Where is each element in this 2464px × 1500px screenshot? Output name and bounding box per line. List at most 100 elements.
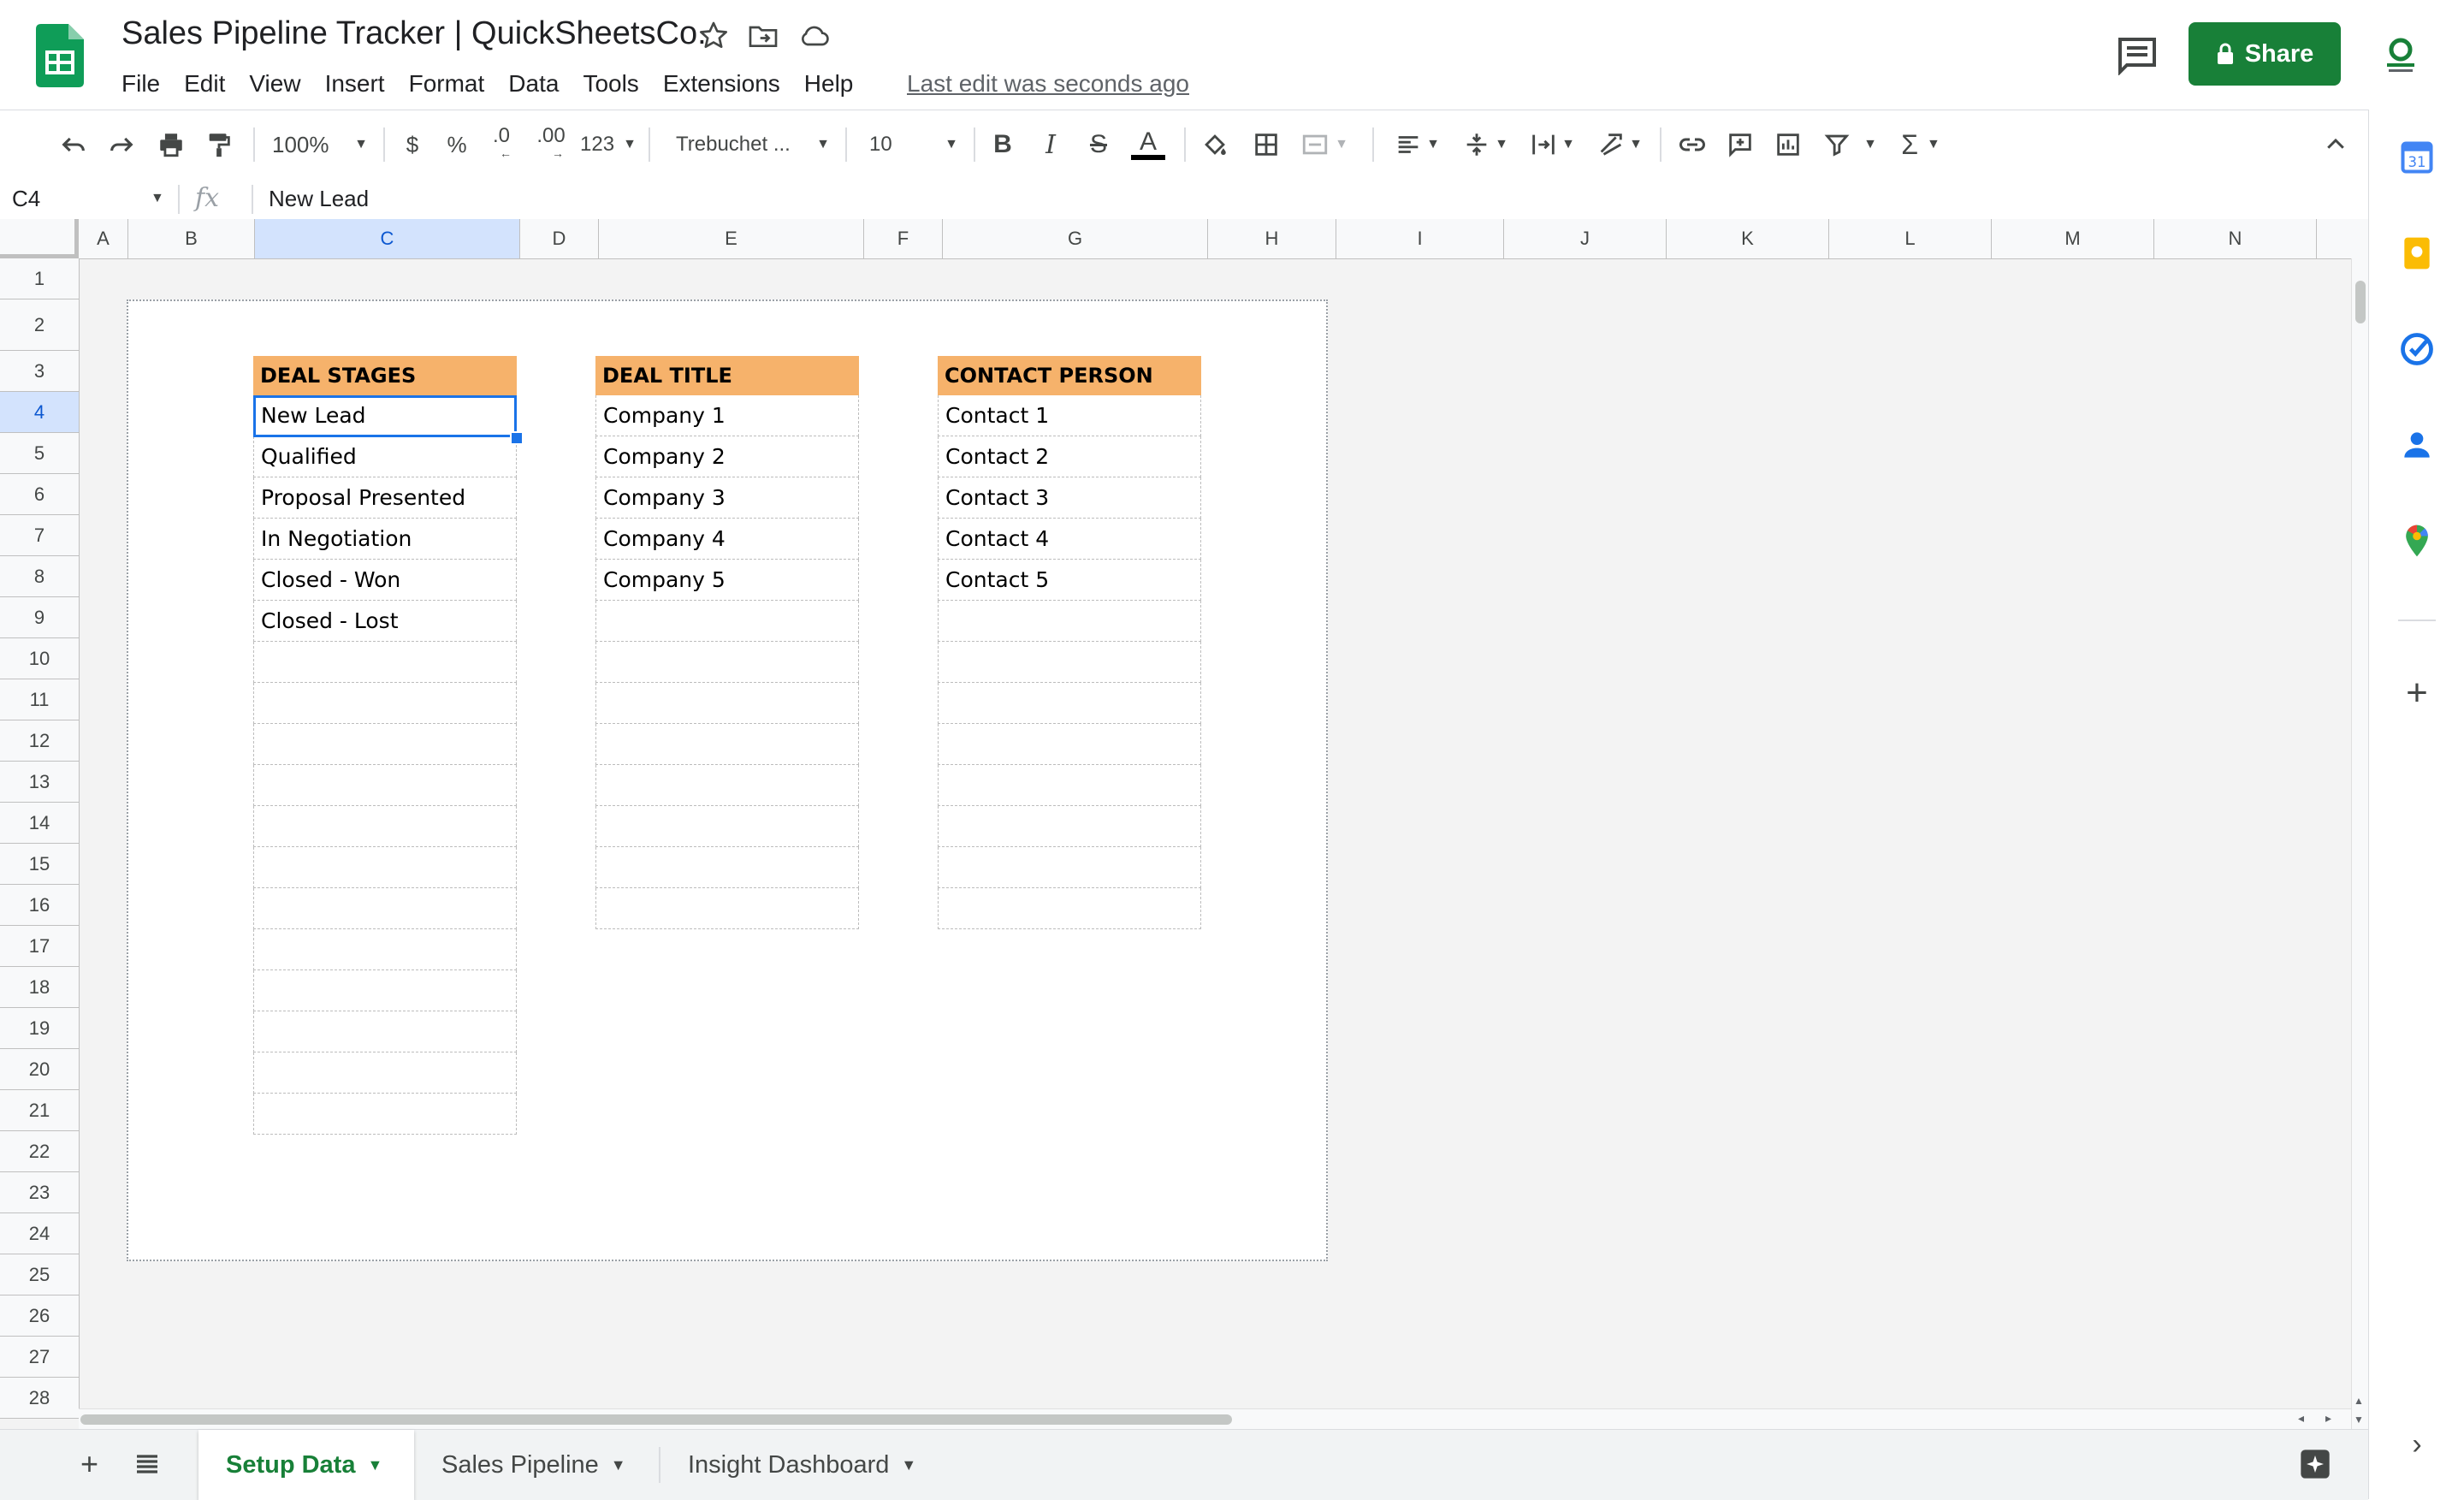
scroll-down-icon[interactable]: ▼ [2354, 1414, 2364, 1426]
column-header[interactable]: L [1829, 219, 1992, 258]
table-cell[interactable]: Company 5 [595, 560, 859, 601]
increase-decimal-button[interactable]: .00 → [532, 124, 570, 165]
star-icon[interactable] [696, 19, 731, 53]
table-cell[interactable] [253, 724, 517, 765]
column-header[interactable]: H [1208, 219, 1336, 258]
move-folder-icon[interactable] [746, 19, 780, 53]
menu-view[interactable]: View [237, 67, 312, 101]
table-cell[interactable] [253, 929, 517, 970]
menu-file[interactable]: File [121, 67, 172, 101]
borders-icon[interactable] [1247, 124, 1285, 165]
collapse-menus-icon[interactable] [2319, 124, 2353, 165]
table-cell[interactable]: Company 2 [595, 436, 859, 477]
table-cell[interactable] [253, 970, 517, 1011]
column-header[interactable]: D [520, 219, 599, 258]
table-cell[interactable]: Company 3 [595, 477, 859, 519]
table-cell[interactable] [595, 724, 859, 765]
table-cell[interactable]: Closed - Lost [253, 601, 517, 642]
font-size-select[interactable]: 10 ▼ [869, 124, 958, 165]
text-rotation-icon[interactable]: ▼ [1593, 124, 1646, 165]
tasks-icon[interactable] [2398, 330, 2436, 368]
text-color-icon[interactable]: A [1129, 124, 1167, 165]
row-header[interactable]: 3 [0, 351, 79, 392]
share-button[interactable]: Share [2189, 22, 2341, 86]
currency-format-button[interactable]: $ [397, 124, 428, 165]
row-header[interactable]: 15 [0, 844, 79, 885]
table-cell[interactable] [938, 847, 1201, 888]
menu-edit[interactable]: Edit [172, 67, 237, 101]
table-cell[interactable] [595, 888, 859, 929]
table-cell[interactable] [253, 765, 517, 806]
row-header[interactable]: 21 [0, 1090, 79, 1131]
merge-cells-icon[interactable]: ▼ [1297, 124, 1352, 165]
document-title[interactable]: Sales Pipeline Tracker | QuickSheetsCo. [121, 15, 707, 52]
keep-icon[interactable] [2398, 234, 2436, 272]
row-header[interactable]: 18 [0, 967, 79, 1008]
insert-link-icon[interactable] [1673, 124, 1711, 165]
filter-icon[interactable]: ▼ [1819, 124, 1881, 165]
italic-icon[interactable]: I [1034, 124, 1068, 165]
row-header[interactable]: 7 [0, 515, 79, 556]
table-cell[interactable]: Contact 4 [938, 519, 1201, 560]
zoom-select[interactable]: 100% ▼ [272, 124, 368, 165]
row-header[interactable]: 27 [0, 1337, 79, 1378]
table-cell[interactable]: Qualified [253, 436, 517, 477]
vertical-scrollbar[interactable]: ▲ ▼ [2351, 258, 2368, 1429]
menu-extensions[interactable]: Extensions [651, 67, 792, 101]
horizontal-scroll-thumb[interactable] [80, 1414, 1232, 1425]
row-header[interactable]: 24 [0, 1213, 79, 1254]
table-cell[interactable] [595, 683, 859, 724]
table-cell[interactable] [253, 1094, 517, 1135]
strikethrough-icon[interactable]: S [1081, 124, 1116, 165]
add-sheet-icon[interactable]: + [80, 1447, 98, 1481]
menu-tools[interactable]: Tools [571, 67, 650, 101]
table-cell[interactable] [938, 642, 1201, 683]
column-header[interactable]: J [1504, 219, 1667, 258]
menu-insert[interactable]: Insert [313, 67, 397, 101]
row-header[interactable]: 14 [0, 803, 79, 844]
row-header[interactable]: 20 [0, 1049, 79, 1090]
tab-sales-pipeline[interactable]: Sales Pipeline ▼ [414, 1430, 657, 1500]
row-header[interactable]: 4 [0, 392, 79, 433]
paint-format-icon[interactable] [202, 124, 236, 165]
table-cell[interactable] [253, 888, 517, 929]
maps-icon[interactable] [2398, 522, 2436, 560]
row-header[interactable]: 6 [0, 474, 79, 515]
row-header[interactable]: 23 [0, 1172, 79, 1213]
chevron-right-icon[interactable]: › [2398, 1426, 2436, 1463]
print-icon[interactable] [154, 124, 188, 165]
row-header[interactable]: 17 [0, 926, 79, 967]
table-cell[interactable] [595, 601, 859, 642]
table-cell[interactable]: Company 1 [595, 395, 859, 436]
fill-handle[interactable] [510, 431, 524, 445]
horizontal-align-icon[interactable]: ▼ [1391, 124, 1442, 165]
percent-format-button[interactable]: % [441, 124, 472, 165]
column-header[interactable]: C [255, 219, 520, 258]
table-cell[interactable]: Contact 5 [938, 560, 1201, 601]
vertical-scroll-thumb[interactable] [2355, 281, 2366, 323]
table-cell[interactable]: Closed - Won [253, 560, 517, 601]
calendar-icon[interactable]: 31 [2398, 139, 2436, 176]
functions-icon[interactable]: Σ ▼ [1894, 124, 1947, 165]
row-header[interactable]: 26 [0, 1295, 79, 1337]
column-header[interactable]: E [599, 219, 864, 258]
redo-icon[interactable] [104, 124, 139, 165]
table-cell[interactable] [253, 683, 517, 724]
row-header[interactable]: 1 [0, 258, 79, 299]
tab-insight-dashboard[interactable]: Insight Dashboard ▼ [660, 1430, 946, 1500]
tab-setup-data[interactable]: Setup Data ▼ [198, 1430, 414, 1500]
table-cell[interactable] [253, 1011, 517, 1052]
table-cell[interactable] [253, 847, 517, 888]
row-header[interactable]: 25 [0, 1254, 79, 1295]
row-header[interactable]: 19 [0, 1008, 79, 1049]
table-cell[interactable]: Company 4 [595, 519, 859, 560]
table-cell[interactable]: Contact 1 [938, 395, 1201, 436]
table-cell[interactable]: Proposal Presented [253, 477, 517, 519]
undo-icon[interactable] [56, 124, 91, 165]
row-header[interactable]: 10 [0, 638, 79, 679]
spreadsheet-grid[interactable]: ABCDEFGHIJKLMN 1 2 3 4 5 6 7 8 9 10 11 12 13 14 15 16 17… [0, 219, 2368, 1429]
table-cell[interactable] [938, 724, 1201, 765]
insert-comment-icon[interactable] [1721, 124, 1759, 165]
scroll-right-icon[interactable]: ▸ [2325, 1411, 2331, 1426]
vertical-align-icon[interactable]: ▼ [1460, 124, 1511, 165]
